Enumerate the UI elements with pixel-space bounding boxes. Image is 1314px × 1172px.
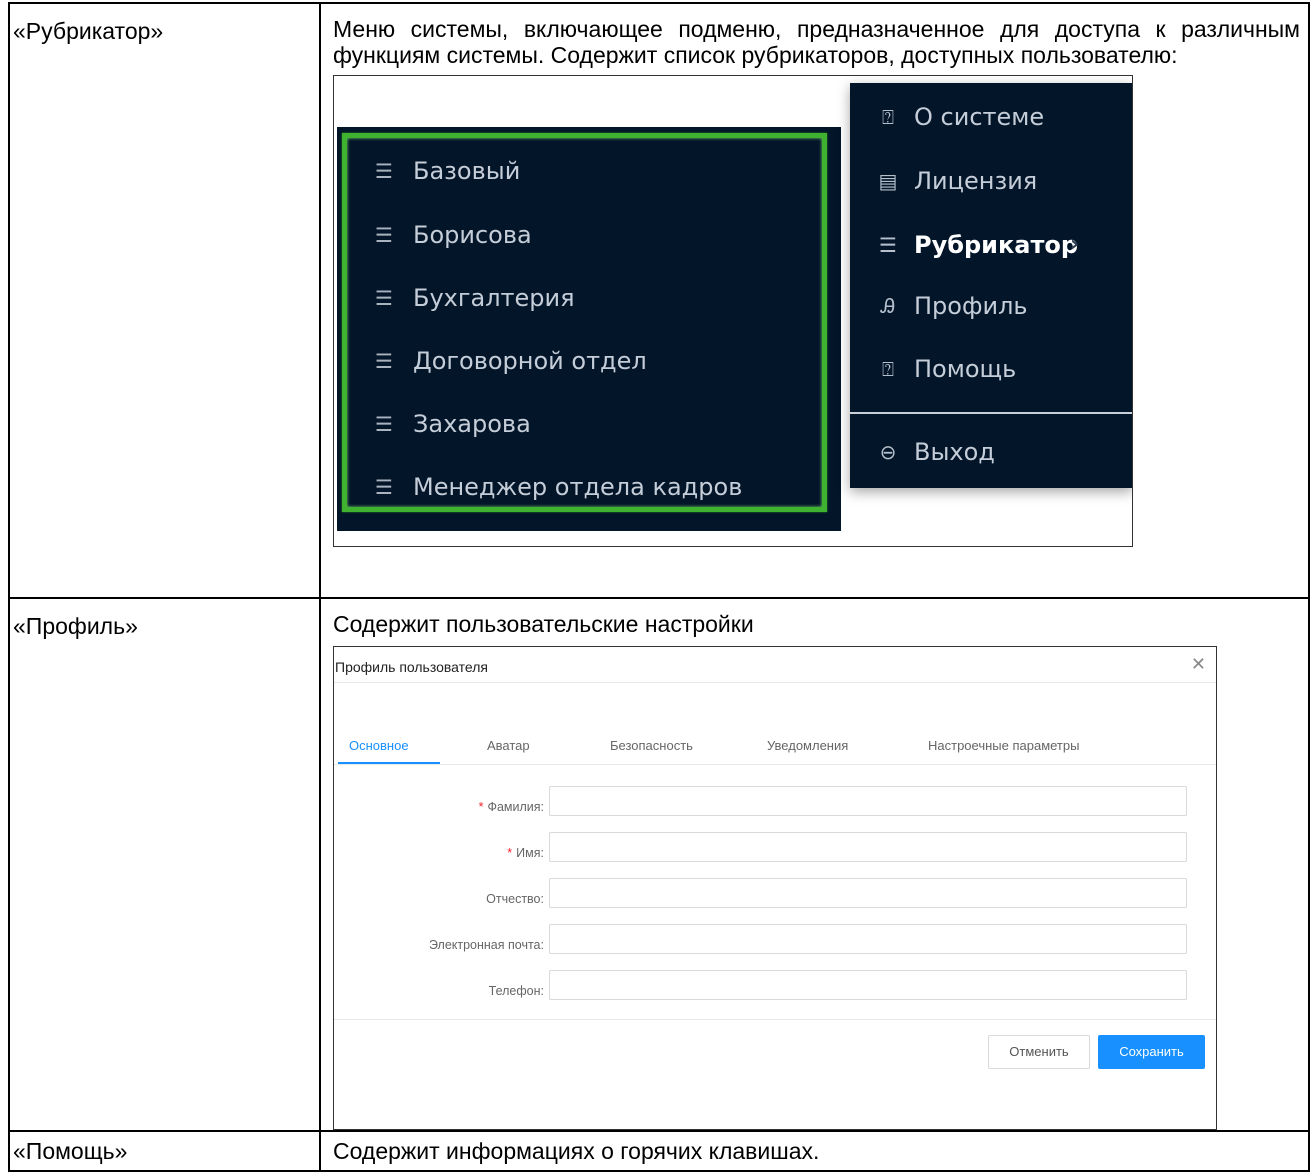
submenu-item-label: Менеджер отдела кадров — [413, 473, 743, 501]
field-label: Отчество: — [486, 892, 544, 906]
table-row: «Профиль» Содержит пользовательские наст… — [8, 597, 1310, 1132]
list-icon: ☰ — [375, 412, 393, 436]
submenu-item[interactable]: ☰ Базовый — [375, 151, 520, 191]
dialog-title: Профиль пользователя — [335, 659, 488, 675]
menu-item-label: Профиль — [914, 292, 1028, 320]
field-label: * Фамилия: — [478, 800, 544, 814]
row-description-cell: Содержит информациях о горячих клавишах. — [319, 1130, 1310, 1172]
submenu-item-label: Захарова — [413, 410, 531, 438]
middle-name-field[interactable] — [549, 878, 1187, 908]
last-name-field[interactable] — [549, 786, 1187, 816]
menu-item-about[interactable]: ⍰ О системе — [876, 97, 1044, 137]
row-description: Меню системы, включающее подменю, предна… — [333, 16, 1300, 68]
field-label: * Имя: — [507, 846, 544, 860]
row-name: «Профиль» — [13, 613, 138, 639]
submenu-item[interactable]: ☰ Борисова — [375, 215, 532, 255]
license-icon: ▤ — [878, 169, 898, 193]
tab-basic[interactable]: Основное — [349, 733, 409, 759]
menu-item-help[interactable]: ⍰ Помощь — [876, 349, 1016, 389]
submenu-item-label: Базовый — [413, 157, 521, 185]
tab-settings[interactable]: Настроечные параметры — [928, 733, 1079, 759]
submenu-item[interactable]: ☰ Бухгалтерия — [375, 278, 575, 318]
row-description: Содержит информациях о горячих клавишах. — [333, 1138, 820, 1164]
row-name-cell: «Рубрикатор» — [8, 2, 321, 599]
list-icon: ☰ — [375, 286, 393, 310]
logout-icon: ⊖ — [879, 440, 897, 464]
tab-avatar[interactable]: Аватар — [487, 733, 530, 759]
first-name-field[interactable] — [549, 832, 1187, 862]
submenu-item[interactable]: ☰ Захарова — [375, 404, 531, 444]
row-description: Содержит пользовательские настройки — [333, 611, 754, 637]
divider — [334, 1019, 1216, 1020]
divider — [334, 764, 1216, 765]
row-name: «Помощь» — [13, 1138, 128, 1164]
submenu-item[interactable]: ☰ Менеджер отдела кадров — [375, 467, 742, 507]
tab-notifications[interactable]: Уведомления — [767, 733, 848, 759]
menu-divider — [850, 412, 1132, 414]
submenu-item-label: Бухгалтерия — [413, 284, 575, 312]
cancel-button[interactable]: Отменить — [988, 1035, 1090, 1069]
menu-item-label: О системе — [914, 103, 1045, 131]
email-field[interactable] — [549, 924, 1187, 954]
menu-item-license[interactable]: ▤ Лицензия — [876, 161, 1038, 201]
submenu-item[interactable]: ☰ Договорной отдел — [375, 341, 647, 381]
question-circle-icon: ⍰ — [882, 357, 894, 381]
row-name-cell: «Помощь» — [8, 1130, 321, 1172]
menu-item-label: Лицензия — [914, 167, 1038, 195]
phone-field[interactable] — [549, 970, 1187, 1000]
list-icon: ☰ — [375, 475, 393, 499]
menu-item-profile[interactable]: Ꭿ Профиль — [876, 286, 1028, 326]
chevron-right-icon: › — [1070, 232, 1080, 257]
row-description-cell: Меню системы, включающее подменю, предна… — [319, 2, 1310, 599]
document-table: «Рубрикатор» Меню системы, включающее по… — [8, 2, 1310, 1172]
save-button[interactable]: Сохранить — [1098, 1035, 1205, 1069]
menu-item-logout[interactable]: ⊖ Выход — [876, 432, 995, 472]
table-row: «Помощь» Содержит информациях о горячих … — [8, 1130, 1310, 1172]
table-row: «Рубрикатор» Меню системы, включающее по… — [8, 2, 1310, 599]
row-name: «Рубрикатор» — [13, 18, 164, 44]
list-icon: ☰ — [375, 159, 393, 183]
list-icon: ☰ — [375, 349, 393, 373]
divider — [334, 682, 1216, 683]
menu-item-label: Выход — [914, 438, 995, 466]
rubricator-submenu: ☰ Базовый ☰ Борисова ☰ Бухгалтерия ☰ Договор… — [337, 127, 841, 531]
menu-item-label: Помощь — [914, 355, 1017, 383]
question-circle-icon: ⍰ — [882, 105, 894, 129]
menu-item-rubricator[interactable]: ☰ Рубрикатор › — [876, 225, 1080, 265]
submenu-item-label: Договорной отдел — [413, 347, 647, 375]
list-icon: ☰ — [375, 223, 393, 247]
list-icon: ☰ — [879, 233, 897, 257]
user-icon: Ꭿ — [880, 294, 896, 318]
close-icon[interactable]: ✕ — [1191, 651, 1206, 677]
row-description-cell: Содержит пользовательские настройки Проф… — [319, 597, 1310, 1132]
system-menu: ⍰ О системе ▤ Лицензия ☰ Рубрикатор › Ꭿ Профи… — [850, 83, 1132, 488]
menu-item-label: Рубрикатор — [914, 231, 1079, 259]
submenu-item-label: Борисова — [413, 221, 532, 249]
field-label: Телефон: — [488, 984, 544, 998]
menu-screenshot: ☰ Базовый ☰ Борисова ☰ Бухгалтерия ☰ Договор… — [333, 75, 1133, 547]
tab-security[interactable]: Безопасность — [610, 733, 693, 759]
profile-dialog: Профиль пользователя ✕ Основное Аватар Б… — [333, 646, 1217, 1130]
row-name-cell: «Профиль» — [8, 597, 321, 1132]
field-label: Электронная почта: — [428, 938, 544, 952]
